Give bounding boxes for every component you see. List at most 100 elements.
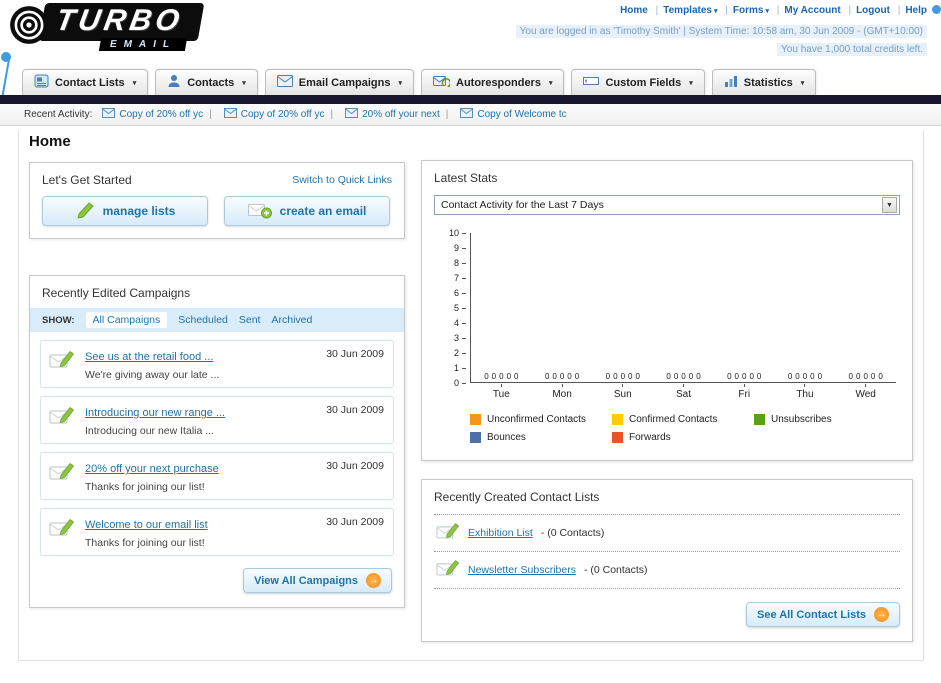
recent-activity-link[interactable]: 20% off your next: [362, 109, 440, 120]
contact-list-item[interactable]: Exhibition List - (0 Contacts): [434, 514, 900, 552]
x-axis-label: Mon: [532, 383, 593, 400]
see-all-contact-lists-button[interactable]: See All Contact Lists →: [745, 602, 900, 627]
chart-value-group: 00000: [484, 372, 519, 381]
x-axis-label: Sun: [592, 383, 653, 400]
credits-text: You have 1,000 total credits left.: [777, 43, 927, 56]
switch-to-quick-links[interactable]: Switch to Quick Links: [292, 174, 392, 186]
tab-email-campaigns[interactable]: Email Campaigns ▾: [264, 69, 414, 95]
campaign-row[interactable]: Introducing our new range ... Introducin…: [40, 396, 394, 444]
nav-link-home[interactable]: Home: [620, 5, 648, 16]
contacts-icon: [167, 74, 181, 91]
mail-icon: [102, 108, 116, 121]
contact-list-link[interactable]: Newsletter Subscribers: [468, 564, 576, 576]
envelope-pencil-icon: [49, 518, 75, 543]
recent-activity-item[interactable]: Copy of 20% off yc: [102, 108, 203, 121]
recent-activity-link[interactable]: Copy of Welcome tc: [477, 109, 566, 120]
envelope-pencil-icon: [436, 559, 460, 581]
envelope-pencil-icon: [49, 462, 75, 487]
logo-title: TURBO: [38, 3, 205, 41]
y-axis-tick: 10: [422, 228, 466, 238]
chart-value-group: 00000: [605, 372, 640, 381]
contact-list-item[interactable]: Newsletter Subscribers - (0 Contacts): [434, 552, 900, 589]
campaign-row[interactable]: 20% off your next purchase Thanks for jo…: [40, 452, 394, 500]
campaign-row[interactable]: See us at the retail food ... We're givi…: [40, 340, 394, 388]
campaign-date: 30 Jun 2009: [326, 516, 384, 528]
x-axis-label: Thu: [775, 383, 836, 400]
x-axis-label: Fri: [714, 383, 775, 400]
view-all-campaigns-button[interactable]: View All Campaigns →: [243, 568, 392, 593]
campaign-subtitle: Thanks for joining our list!: [85, 481, 205, 493]
chart-plot-area: 00000 00000 00000 00000 00000 00000 00000: [470, 233, 896, 383]
stats-activity-select[interactable]: Contact Activity for the Last 7 Days ▼: [434, 195, 900, 215]
autoresponders-icon: [433, 75, 452, 91]
chart-value-group: 00000: [848, 372, 883, 381]
recent-activity-item[interactable]: Copy of Welcome tc: [446, 108, 567, 121]
header-right: Home Templates▾ Forms▾ My Account Logout…: [515, 5, 927, 57]
dropdown-caret-icon: ▾: [132, 79, 137, 87]
tab-contact-lists[interactable]: Contact Lists ▾: [22, 69, 149, 95]
tab-label: Contact Lists: [55, 76, 125, 89]
tab-label: Email Campaigns: [298, 76, 391, 89]
recent-activity-link[interactable]: Copy of 20% off yc: [241, 109, 325, 120]
arrow-right-icon: →: [874, 607, 889, 622]
legend-swatch: [754, 414, 765, 425]
dropdown-caret-icon: ▾: [398, 79, 402, 87]
filter-sent[interactable]: Sent: [239, 314, 261, 326]
campaign-title-link[interactable]: Introducing our new range ...: [85, 407, 225, 419]
manage-lists-button[interactable]: manage lists: [42, 196, 208, 226]
legend-item: Forwards: [612, 432, 754, 443]
left-column: Let's Get Started Switch to Quick Links …: [29, 162, 405, 608]
legend-label: Bounces: [487, 432, 526, 443]
filter-all-campaigns[interactable]: All Campaigns: [85, 312, 168, 328]
recent-activity-label: Recent Activity:: [24, 109, 93, 120]
x-axis-label: Wed: [835, 383, 896, 400]
campaigns-panel-title: Recently Edited Campaigns: [42, 286, 191, 300]
contact-list-link[interactable]: Exhibition List: [468, 527, 533, 539]
y-axis-tick: 4: [422, 318, 466, 328]
recent-activity-item[interactable]: Copy of 20% off yc: [209, 108, 324, 121]
campaign-title-link[interactable]: Welcome to our email list: [85, 519, 208, 531]
see-all-contact-lists-label: See All Contact Lists: [756, 608, 866, 621]
recent-contact-lists-panel: Recently Created Contact Lists Exhibitio…: [421, 479, 913, 642]
y-axis-tick: 6: [422, 288, 466, 298]
page: TURBO EMAIL Home Templates▾ Forms▾ My Ac…: [0, 0, 941, 683]
tab-label: Statistics: [743, 76, 793, 89]
envelope-pencil-icon: [49, 350, 75, 375]
create-email-button[interactable]: create an email: [224, 196, 390, 226]
recent-activity-link[interactable]: Copy of 20% off yc: [119, 109, 203, 120]
tab-custom-fields[interactable]: Custom Fields ▾: [571, 69, 705, 95]
latest-stats-panel: Latest Stats Contact Activity for the La…: [421, 160, 913, 461]
dropdown-caret-icon: ▾: [548, 79, 553, 87]
legend-item: Confirmed Contacts: [612, 414, 754, 425]
legend-label: Unsubscribes: [771, 414, 832, 425]
right-column: Latest Stats Contact Activity for the La…: [421, 160, 913, 642]
tab-statistics[interactable]: Statistics ▾: [711, 69, 817, 95]
tab-contacts[interactable]: Contacts ▾: [155, 69, 258, 95]
envelope-pencil-icon: [49, 406, 75, 431]
logo-subtitle: EMAIL: [98, 38, 188, 51]
nav-link-my-account[interactable]: My Account: [784, 5, 840, 16]
nav-link-forms[interactable]: Forms: [733, 5, 764, 16]
app-logo[interactable]: TURBO EMAIL: [8, 3, 205, 51]
nav-link-logout[interactable]: Logout: [856, 5, 890, 16]
campaign-title-link[interactable]: 20% off your next purchase: [85, 463, 219, 475]
recent-activity-item[interactable]: 20% off your next: [330, 108, 440, 121]
filter-scheduled[interactable]: Scheduled: [178, 314, 228, 326]
legend-swatch: [470, 432, 481, 443]
filter-archived[interactable]: Archived: [271, 314, 312, 326]
email-campaigns-icon: [276, 75, 293, 90]
legend-swatch: [612, 414, 623, 425]
legend-label: Forwards: [629, 432, 671, 443]
campaign-title-link[interactable]: See us at the retail food ...: [85, 351, 213, 363]
x-axis-label: Tue: [471, 383, 532, 400]
recent-activity-bar: Recent Activity: Copy of 20% off yc Copy…: [0, 104, 941, 126]
tab-autoresponders[interactable]: Autoresponders ▾: [421, 69, 565, 95]
mail-icon: [223, 108, 237, 121]
nav-link-templates[interactable]: Templates: [663, 5, 712, 16]
chart-value-group: 00000: [666, 372, 701, 381]
logo-text: TURBO EMAIL: [38, 3, 205, 51]
nav-link-help[interactable]: Help: [905, 5, 927, 16]
decor-dot-right: [932, 5, 941, 14]
recent-campaigns-panel: Recently Edited Campaigns SHOW: All Camp…: [29, 275, 405, 608]
campaign-row[interactable]: Welcome to our email list Thanks for joi…: [40, 508, 394, 556]
